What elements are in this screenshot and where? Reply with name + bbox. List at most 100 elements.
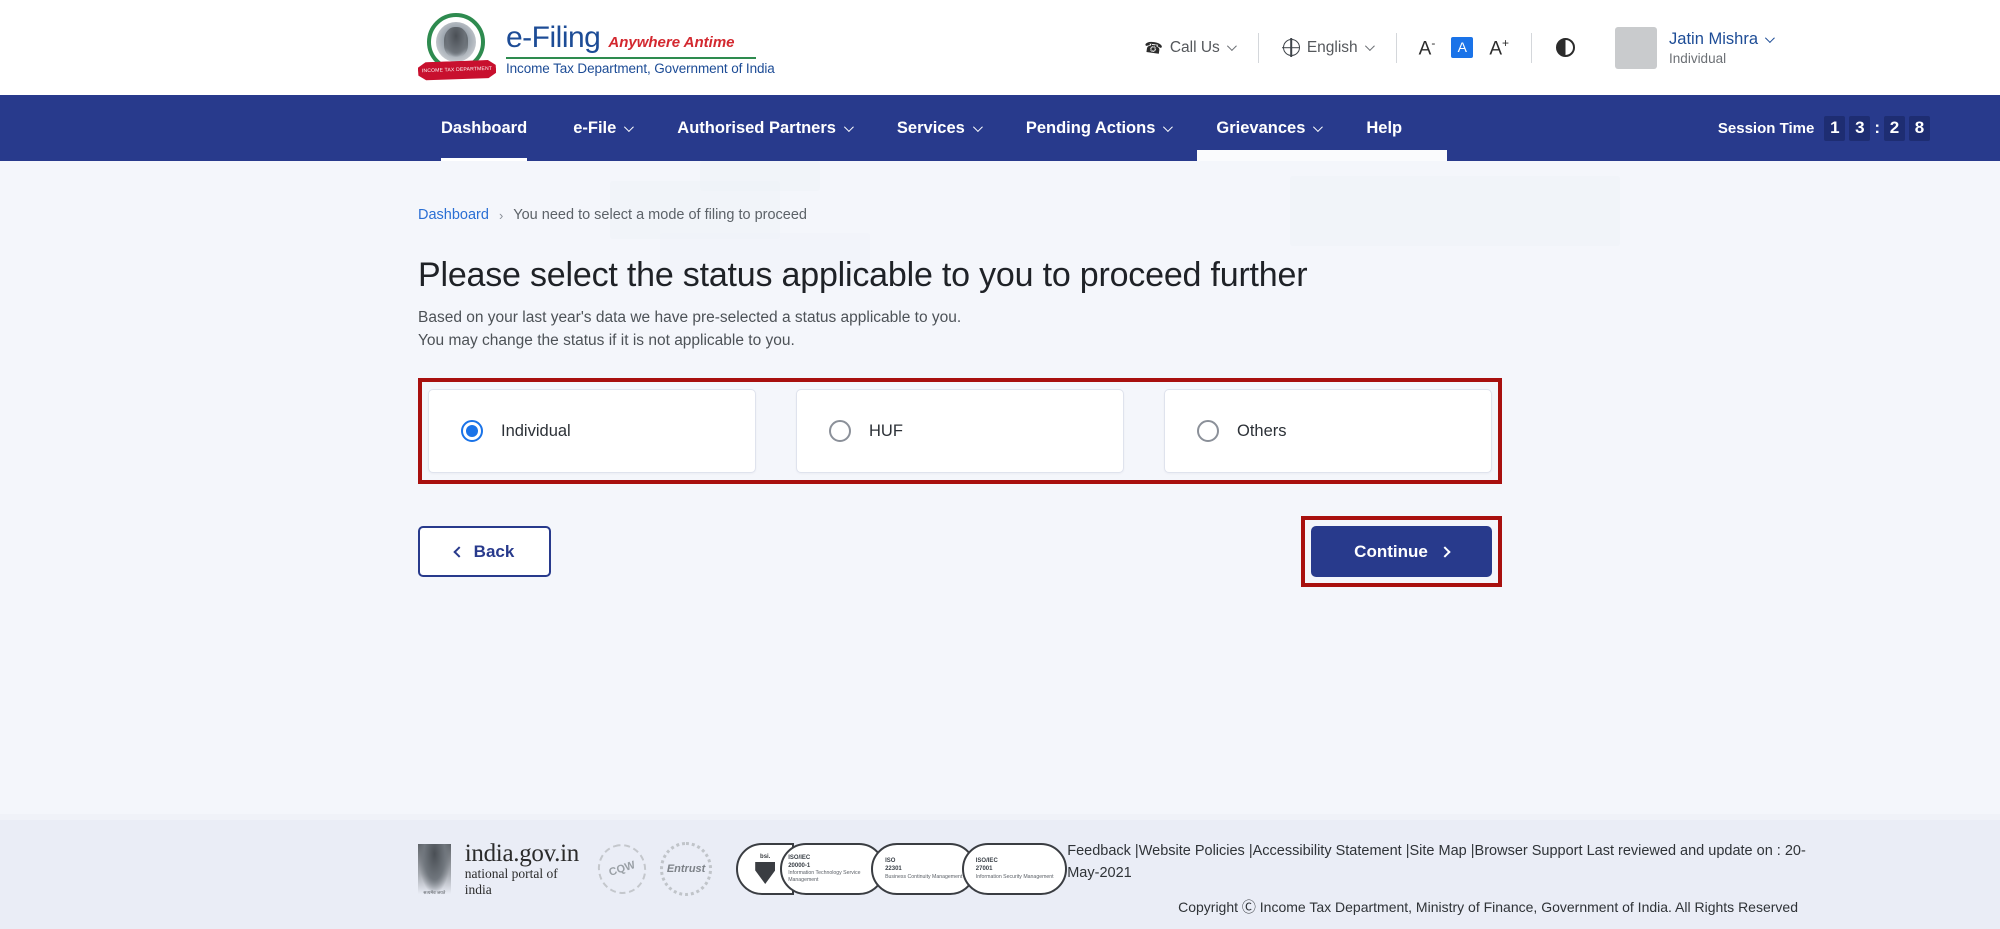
divider xyxy=(1395,32,1397,63)
chevron-right-icon xyxy=(1439,545,1451,558)
font-increase-sup: + xyxy=(1502,35,1510,50)
action-button-row: Back Continue xyxy=(418,516,1502,588)
user-name: Jatin Mishra xyxy=(1669,29,1758,48)
iso-standard: 20000-1 xyxy=(788,862,811,869)
iso-desc: Information Technology Service Managemen… xyxy=(788,870,861,884)
cqw-seal-label: CQW xyxy=(607,859,637,879)
nav-item-label: Services xyxy=(896,118,965,137)
chevron-down-icon xyxy=(1226,41,1237,52)
brand-divider xyxy=(506,57,756,59)
footer-link-site-map[interactable]: Site Map xyxy=(1410,843,1467,859)
session-digit: 3 xyxy=(1849,115,1871,141)
status-option-others[interactable]: Others xyxy=(1164,389,1492,474)
nav-item-label: Grievances xyxy=(1216,118,1306,137)
top-header: INCOME TAX DEPARTMENT e-Filing Anywhere … xyxy=(0,0,2000,95)
header-utility-bar: ☎ Call Us English A- A A+ Jatin Mishra I… xyxy=(1128,26,1775,69)
iso-code: ISO/IEC xyxy=(975,858,998,865)
nav-item-services[interactable]: Services xyxy=(874,95,1003,161)
iso-desc: Business Continuity Management xyxy=(885,873,963,880)
iso-code: ISO xyxy=(885,858,896,865)
footer-link-separator: | xyxy=(1130,843,1139,859)
radio-others[interactable] xyxy=(1197,420,1219,443)
status-option-individual[interactable]: Individual xyxy=(428,389,756,474)
session-colon: : xyxy=(1874,118,1880,137)
user-role: Individual xyxy=(1669,50,1727,66)
language-menu[interactable]: English xyxy=(1267,39,1388,57)
font-increase-button[interactable]: A+ xyxy=(1489,37,1509,58)
status-option-label: Others xyxy=(1237,421,1287,440)
india-national-emblem-icon xyxy=(418,844,451,896)
breadcrumb-current: You need to select a mode of filing to p… xyxy=(513,207,807,223)
status-option-huf[interactable]: HUF xyxy=(796,389,1124,474)
nav-item-label: e-File xyxy=(573,118,617,137)
session-digit: 1 xyxy=(1824,115,1846,141)
divider xyxy=(1257,32,1259,63)
font-increase-label: A xyxy=(1489,38,1503,60)
iso-standard: 27001 xyxy=(975,866,993,873)
page-title: Please select the status applicable to y… xyxy=(418,256,1308,294)
nav-item-pending-actions[interactable]: Pending Actions xyxy=(1003,95,1194,161)
radio-individual[interactable] xyxy=(461,420,483,443)
iso-code: ISO/IEC xyxy=(788,854,811,861)
continue-button[interactable]: Continue xyxy=(1311,526,1492,578)
iso-badge-20000: ISO/IEC 20000-1 Information Technology S… xyxy=(780,843,886,895)
font-decrease-sup: - xyxy=(1431,35,1436,50)
status-option-label: HUF xyxy=(869,421,903,440)
chevron-down-icon xyxy=(1163,121,1174,132)
status-options-highlight: Individual HUF Others xyxy=(418,378,1502,485)
iso-certification-badges: bsi. ISO/IEC 20000-1 Information Technol… xyxy=(736,843,1068,895)
font-decrease-label: A xyxy=(1418,38,1432,60)
footer-link-browser-support[interactable]: Browser Support xyxy=(1475,843,1583,859)
iso-standard: 22301 xyxy=(885,866,902,873)
footer-link-website-policies[interactable]: Website Policies xyxy=(1139,843,1245,859)
call-us-menu[interactable]: ☎ Call Us xyxy=(1128,38,1250,58)
nav-item-dashboard[interactable]: Dashboard xyxy=(418,95,550,161)
india-gov-link[interactable]: india.gov.in national portal of india xyxy=(465,840,584,898)
user-menu[interactable]: Jatin Mishra Individual xyxy=(1591,26,1775,69)
nav-item-label: Pending Actions xyxy=(1025,118,1156,137)
chevron-left-icon xyxy=(453,545,465,558)
entrust-seal-label: Entrust xyxy=(666,863,706,875)
page-subtitle-line-2: You may change the status if it is not a… xyxy=(418,331,795,349)
nav-item-label: Help xyxy=(1366,118,1403,137)
font-decrease-button[interactable]: A- xyxy=(1419,37,1436,58)
india-gov-title: india.gov.in xyxy=(464,840,580,867)
footer-link-accessibility-statement[interactable]: Accessibility Statement xyxy=(1253,843,1402,859)
status-option-label: Individual xyxy=(501,421,571,440)
chevron-down-icon xyxy=(972,121,983,132)
page-footer: india.gov.in national portal of india CQ… xyxy=(0,814,2000,929)
continue-button-label: Continue xyxy=(1354,541,1428,561)
session-timer: Session Time 13:28 xyxy=(1718,115,1930,141)
cqw-seal-icon: CQW xyxy=(591,837,653,901)
footer-logos: india.gov.in national portal of india CQ… xyxy=(418,837,1068,901)
font-size-controls: A- A A+ xyxy=(1405,37,1523,58)
page-subtitle-line-1: Based on your last year's data we have p… xyxy=(418,309,962,327)
iso-badge-27001: ISO/IEC 27001 Information Security Manag… xyxy=(962,843,1068,895)
brand-tagline: Anywhere Antime xyxy=(608,34,735,52)
back-button[interactable]: Back xyxy=(418,526,551,578)
bsi-label: bsi. xyxy=(760,854,771,860)
breadcrumb: Dashboard › You need to select a mode of… xyxy=(418,207,2000,223)
brand-logo[interactable]: INCOME TAX DEPARTMENT e-Filing Anywhere … xyxy=(418,11,775,85)
chevron-down-icon xyxy=(1313,121,1324,132)
breadcrumb-dashboard-link[interactable]: Dashboard xyxy=(418,207,489,223)
contrast-toggle[interactable] xyxy=(1540,38,1591,57)
footer-link-separator: | xyxy=(1401,843,1410,859)
footer-copyright: Copyright Ⓒ Income Tax Department, Minis… xyxy=(1178,898,1798,915)
contrast-icon xyxy=(1556,38,1576,57)
font-normal-button[interactable]: A xyxy=(1451,36,1474,58)
nav-item-authorised-partners[interactable]: Authorised Partners xyxy=(654,95,874,161)
nav-item-label: Authorised Partners xyxy=(677,118,836,137)
bsi-logo-icon xyxy=(755,862,776,884)
iso-badge-22301: ISO 22301 Business Continuity Management xyxy=(871,843,977,895)
font-normal-label: A xyxy=(1457,39,1468,56)
footer-links-area: Feedback |Website Policies |Accessibilit… xyxy=(1067,840,1810,917)
globe-icon xyxy=(1282,39,1300,56)
footer-link-feedback[interactable]: Feedback xyxy=(1067,843,1131,859)
radio-huf[interactable] xyxy=(829,420,851,443)
session-digit: 8 xyxy=(1909,115,1930,141)
nav-item-e-file[interactable]: e-File xyxy=(550,95,654,161)
chevron-down-icon xyxy=(843,121,854,132)
iso-desc: Information Security Management xyxy=(975,873,1054,880)
language-label: English xyxy=(1306,38,1358,56)
